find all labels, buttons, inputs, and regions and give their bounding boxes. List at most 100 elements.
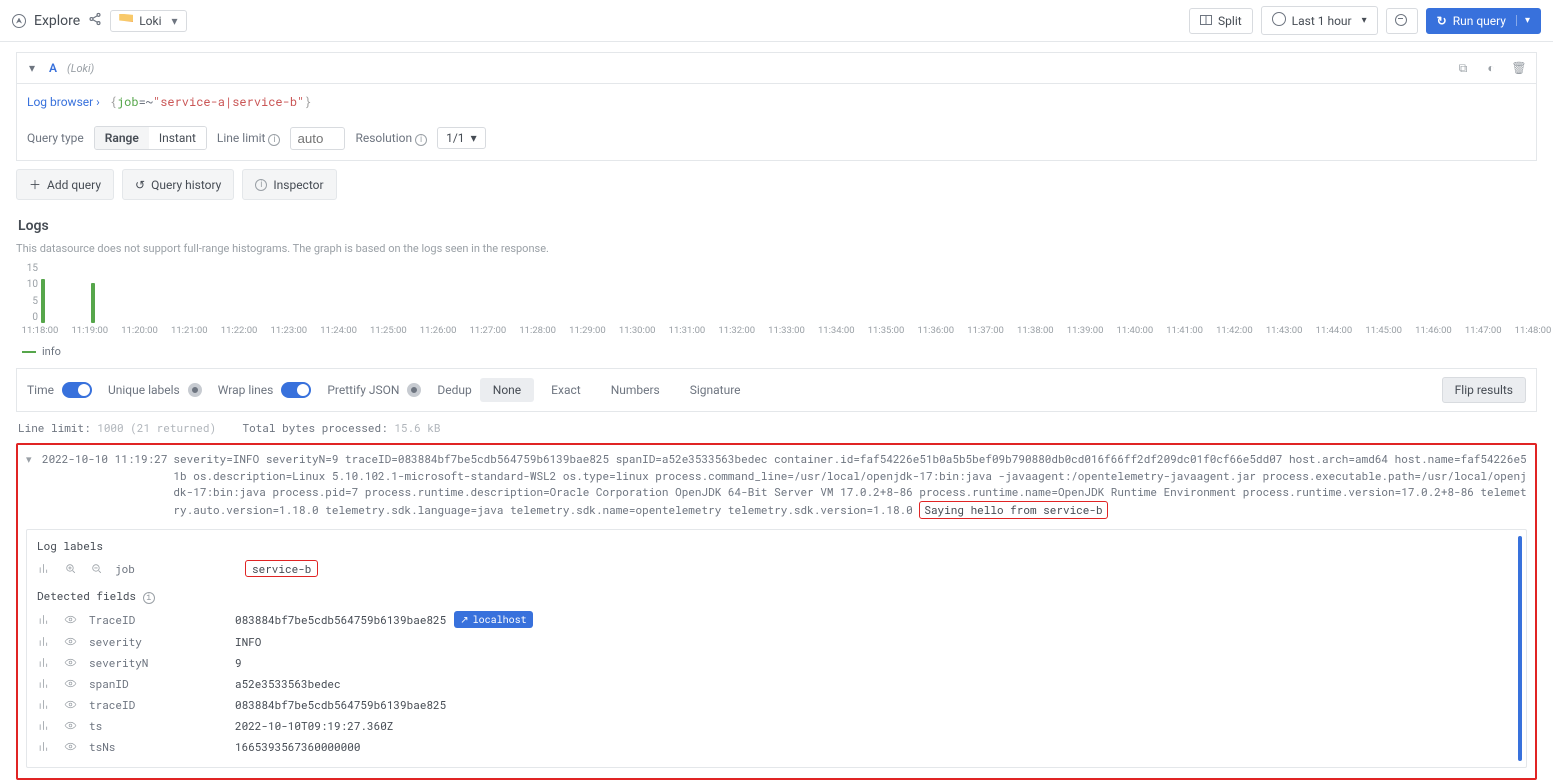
prettify-toggle[interactable] xyxy=(407,383,421,397)
y-tick: 0 xyxy=(18,312,38,323)
x-tick: 11:19:00 xyxy=(71,325,108,336)
field-value: INFO xyxy=(235,634,1516,649)
detected-field-row: severityN9 xyxy=(37,652,1516,673)
collapse-query-button[interactable]: ▾ xyxy=(25,59,39,77)
filter-for-icon[interactable] xyxy=(63,562,77,576)
run-query-button[interactable]: Run query ▾ xyxy=(1426,8,1541,34)
log-message[interactable]: severity=INFO severityN=9 traceID=083884… xyxy=(173,451,1527,519)
x-tick: 11:38:00 xyxy=(1017,325,1054,336)
logs-hint: This datasource does not support full-ra… xyxy=(16,242,1537,255)
info-icon: i xyxy=(415,134,427,146)
trace-link[interactable]: localhost xyxy=(454,611,532,628)
show-field-icon[interactable] xyxy=(63,613,77,627)
show-field-icon[interactable] xyxy=(63,740,77,754)
inspector-label: Inspector xyxy=(273,178,323,192)
stats-icon[interactable] xyxy=(37,719,51,733)
show-field-icon[interactable] xyxy=(63,698,77,712)
show-field-icon[interactable] xyxy=(63,677,77,691)
field-value: a52e3533563bedec xyxy=(235,676,1516,691)
flip-results-button[interactable]: Flip results xyxy=(1442,377,1526,403)
explore-icon xyxy=(12,14,26,28)
dedup-option-signature[interactable]: Signature xyxy=(677,378,754,402)
detected-field-row: TraceID083884bf7be5cdb564759b6139bae825 … xyxy=(37,608,1516,631)
x-tick: 11:33:00 xyxy=(768,325,805,336)
loki-logo-icon xyxy=(119,14,133,28)
x-tick: 11:23:00 xyxy=(271,325,308,336)
x-tick: 11:31:00 xyxy=(669,325,706,336)
show-field-icon[interactable] xyxy=(63,656,77,670)
datasource-picker[interactable]: Loki ▾ xyxy=(110,10,186,32)
remove-query-icon[interactable]: 🗑 xyxy=(1510,61,1528,75)
x-tick: 11:36:00 xyxy=(917,325,954,336)
logs-histogram[interactable]: 151050 11:18:0011:19:0011:20:0011:21:001… xyxy=(40,263,1533,339)
wraplines-toggle[interactable] xyxy=(281,382,311,398)
timerange-picker[interactable]: Last 1 hour ▾ xyxy=(1261,6,1378,35)
run-query-label: Run query xyxy=(1453,14,1506,28)
dedup-option-numbers[interactable]: Numbers xyxy=(598,378,673,402)
resolution-select[interactable]: 1/1 ▾ xyxy=(437,127,485,149)
querytype-switch[interactable]: Range Instant xyxy=(94,126,207,150)
x-tick: 11:43:00 xyxy=(1266,325,1303,336)
stats-icon[interactable] xyxy=(37,698,51,712)
label-value-job[interactable]: service-b xyxy=(245,560,318,577)
detected-field-row: traceID083884bf7be5cdb564759b6139bae825 xyxy=(37,694,1516,715)
toggle-query-icon[interactable]: ◐ xyxy=(1482,61,1500,75)
show-field-icon[interactable] xyxy=(63,719,77,733)
stats-icon[interactable] xyxy=(37,656,51,670)
label-key: job xyxy=(115,561,235,576)
stats-icon[interactable] xyxy=(37,740,51,754)
dedup-option-exact[interactable]: Exact xyxy=(538,378,594,402)
dedup-option-none[interactable]: None xyxy=(480,378,534,402)
clock-icon xyxy=(1272,12,1286,29)
zoom-out-icon xyxy=(1395,14,1409,28)
add-query-button[interactable]: ＋Add query xyxy=(16,169,114,200)
x-tick: 11:42:00 xyxy=(1216,325,1253,336)
log-timestamp: 2022-10-10 11:19:27 xyxy=(42,451,167,468)
query-history-button[interactable]: ↺Query history xyxy=(122,169,234,200)
info-icon[interactable]: i xyxy=(143,592,155,604)
inspector-button[interactable]: iInspector xyxy=(242,169,336,200)
details-accent-bar xyxy=(1518,536,1522,761)
duplicate-query-icon[interactable]: ⧉ xyxy=(1454,61,1472,76)
histogram-bar[interactable] xyxy=(91,283,95,323)
histogram-bar[interactable] xyxy=(41,279,45,323)
stats-icon[interactable] xyxy=(37,562,51,576)
x-tick: 11:37:00 xyxy=(967,325,1004,336)
show-field-icon[interactable] xyxy=(63,635,77,649)
x-tick: 11:46:00 xyxy=(1415,325,1452,336)
split-icon xyxy=(1200,14,1212,28)
querytype-instant[interactable]: Instant xyxy=(149,127,206,149)
log-browser-link[interactable]: Log browser › xyxy=(27,95,100,109)
filter-out-icon[interactable] xyxy=(89,562,103,576)
field-value: 083884bf7be5cdb564759b6139bae825 xyxy=(235,697,1516,712)
stats-icon[interactable] xyxy=(37,677,51,691)
query-history-label: Query history xyxy=(151,178,221,192)
split-button[interactable]: Split xyxy=(1189,8,1253,34)
stats-icon[interactable] xyxy=(37,635,51,649)
dedup-label: Dedup xyxy=(437,383,471,397)
detected-field-row: spanIDa52e3533563bedec xyxy=(37,673,1516,694)
stats-icon[interactable] xyxy=(37,613,51,627)
querytype-range[interactable]: Range xyxy=(95,127,149,149)
wraplines-label: Wrap lines xyxy=(218,383,274,397)
x-tick: 11:45:00 xyxy=(1365,325,1402,336)
share-icon[interactable] xyxy=(88,12,102,29)
detected-fields-heading: Detected fields i xyxy=(37,588,1516,604)
y-tick: 5 xyxy=(18,296,38,307)
logs-toolbar: Time Unique labels Wrap lines Prettify J… xyxy=(16,368,1537,412)
time-toggle[interactable] xyxy=(62,382,92,398)
query-ds-label: (Loki) xyxy=(67,62,94,75)
logql-input[interactable]: {job=~"service-a|service-b"} xyxy=(108,90,1526,114)
collapse-log-button[interactable]: ▾ xyxy=(26,451,36,468)
zoom-out-button[interactable] xyxy=(1386,8,1418,34)
field-key: severity xyxy=(89,634,225,649)
x-tick: 11:27:00 xyxy=(470,325,507,336)
linelimit-input[interactable] xyxy=(290,127,345,150)
legend-label: info xyxy=(42,345,61,358)
unique-labels-toggle[interactable] xyxy=(188,383,202,397)
y-tick: 15 xyxy=(18,263,38,274)
query-editor-panel: ▾ A (Loki) ⧉ ◐ 🗑 Log browser › {job=~"se… xyxy=(16,52,1537,161)
x-tick: 11:44:00 xyxy=(1316,325,1353,336)
field-value: 1665393567360000000 xyxy=(235,739,1516,754)
unique-labels-label: Unique labels xyxy=(108,383,180,397)
